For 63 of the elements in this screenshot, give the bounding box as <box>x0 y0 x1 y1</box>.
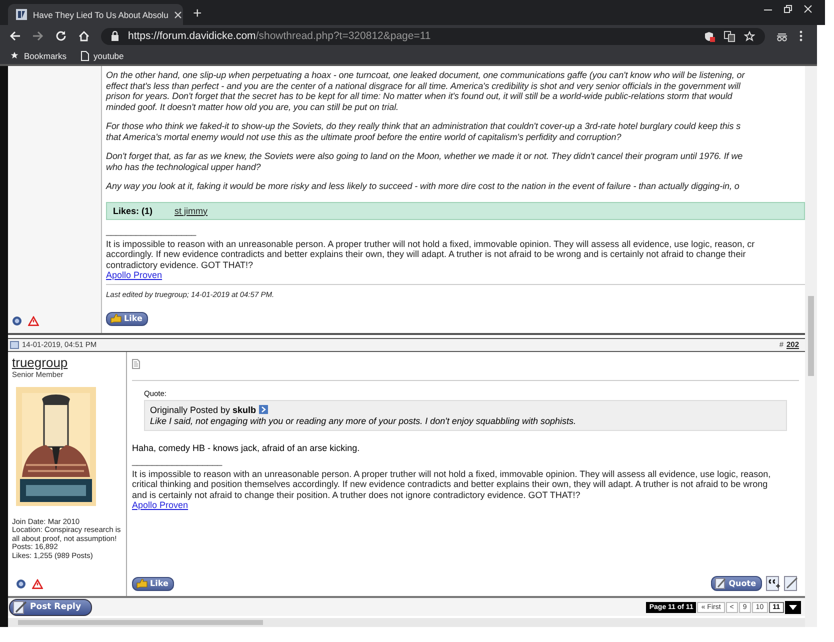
address-bar[interactable]: https://forum.davidicke.com/showthread.php?t=320812&page=11 <box>101 28 765 44</box>
thumbs-up-icon <box>110 314 122 324</box>
page-icon <box>80 50 89 60</box>
document-icon <box>132 358 140 369</box>
thumbs-up-icon <box>136 578 148 589</box>
quote-text: Like I said, not engaging with you or reading any more of your posts. I don't enjoy squabbling with sophists. <box>150 416 577 426</box>
warning-icon[interactable] <box>32 579 43 590</box>
vertical-scrollbar[interactable] <box>805 66 817 627</box>
pencil-icon <box>714 578 727 590</box>
quote-button[interactable]: Quote <box>710 576 762 592</box>
post-text-line: Any way you look at it, faking it would be more risky and less likely to succeed - with more dire cost to the nation in the event of failure - than actually digging-in, o <box>106 181 740 192</box>
post-text-line: Don't forget that, as far as we knew, the Soviets were also going to land on the Moon, whether we made it or not. They didn't cancel their program until 1976. If we <box>106 151 744 162</box>
post-text-line: For those who think we faked-it to show-up the Soviets, do they really think that an administration that couldn't cover-up a 3rd-rate hotel burglary could keep this s <box>106 121 742 132</box>
close-icon[interactable] <box>174 10 182 18</box>
restore-icon[interactable] <box>783 4 793 14</box>
home-icon[interactable] <box>78 30 90 42</box>
post-reply-button[interactable]: Post Reply <box>9 598 92 616</box>
post-text: Haha, comedy HB - knows jack, afraid of an arse kicking. <box>132 442 361 453</box>
signature-line: It is impossible to reason with an unreasonable person. A proper truther will not hold a fixed, immovable opinion. They will assess all evidence, use logic, reason, cr <box>106 238 756 249</box>
menu-icon[interactable] <box>799 30 803 42</box>
signature-link[interactable]: Apollo Proven <box>106 270 162 281</box>
horizontal-scrollbar[interactable] <box>8 618 805 627</box>
edit-icon[interactable] <box>784 576 799 592</box>
signature-link[interactable]: Apollo Proven <box>132 500 188 512</box>
bookmark[interactable]: youtube <box>80 50 124 60</box>
like-button[interactable]: Like <box>106 312 148 326</box>
browser-tab[interactable]: Have They Lied To Us About Absolu <box>8 4 183 25</box>
translate-icon[interactable] <box>724 30 735 42</box>
star-icon[interactable] <box>744 30 755 42</box>
lock-icon <box>111 31 119 41</box>
warning-icon[interactable] <box>28 316 39 326</box>
post-text-line: that America's mortal enemy would not use this as the ultimate proof before the entire world of capitalism's perfidity and corruption? <box>106 132 622 142</box>
pencil-icon <box>13 600 27 614</box>
post-text-line: prison for years. Don't forget that the secret has to be kept for all time: No matter when it's found out, it will still be a world-wide public-relations storm that would <box>106 91 734 102</box>
likes-label: Likes: (1) <box>113 206 153 216</box>
status-icon <box>12 316 22 326</box>
post-text-line: minded goof. It doesn't matter how old you are, you can still be put on trial. <box>106 102 400 112</box>
signature-line: accordingly. If new evidence contradicts and better explains their own, they will adapt. A truther is not afraid to be wrong and is certainly not afraid to change their <box>106 249 747 260</box>
reload-icon[interactable] <box>55 30 67 42</box>
post-text-line: On the other hand, one slip-up when perpetuating a hoax - one turncoat, one leaked document, one communications gaffe (you can't know who will be listening, or <box>106 70 746 80</box>
view-post-icon[interactable] <box>259 405 268 414</box>
new-tab-button[interactable]: + <box>193 6 202 22</box>
like-button[interactable]: Like <box>132 576 174 591</box>
liker-link[interactable]: st jimmy <box>174 206 208 216</box>
post-text-line: who has the technological upper hand? <box>106 162 262 172</box>
status-icon <box>16 579 26 590</box>
forward-icon[interactable] <box>32 30 44 42</box>
signature-rule: __________________ <box>132 456 222 468</box>
username-link[interactable]: truegroup <box>12 356 126 370</box>
site-icon <box>16 9 27 20</box>
dropdown-icon[interactable] <box>785 600 801 614</box>
star-icon <box>10 51 19 60</box>
signature-rule: __________________ <box>106 226 196 238</box>
signature-line: contradictory evidence. GOT THAT!? <box>106 260 254 270</box>
close-icon[interactable] <box>803 4 813 14</box>
post-text-line: effect that's less than perfect - and you are the center of a national disgrace for all time. America's credibility is shot and very senior officials in the government will <box>106 80 742 91</box>
quote-source: Originally Posted by skulb <box>150 404 256 415</box>
bookmark[interactable]: Bookmarks <box>10 50 67 60</box>
multi-quote-icon[interactable] <box>766 576 781 592</box>
back-icon[interactable] <box>9 30 21 42</box>
signature-text: It is impossible to reason with an unreasonable person. A proper truther will not hold a fixed, immovable opinion. They will assess all evidence, use logic, reason, critical thinking and position themselves accordingly. If new evidence contradicts and better explains their own, they will adapt. A truther is not afraid to be wrong and is certainly not afraid to change their position. A truther does not ignore contradictory evidence. GOT THAT!? <box>132 468 772 500</box>
shield-icon[interactable] <box>704 30 715 42</box>
calendar-icon <box>10 340 19 349</box>
